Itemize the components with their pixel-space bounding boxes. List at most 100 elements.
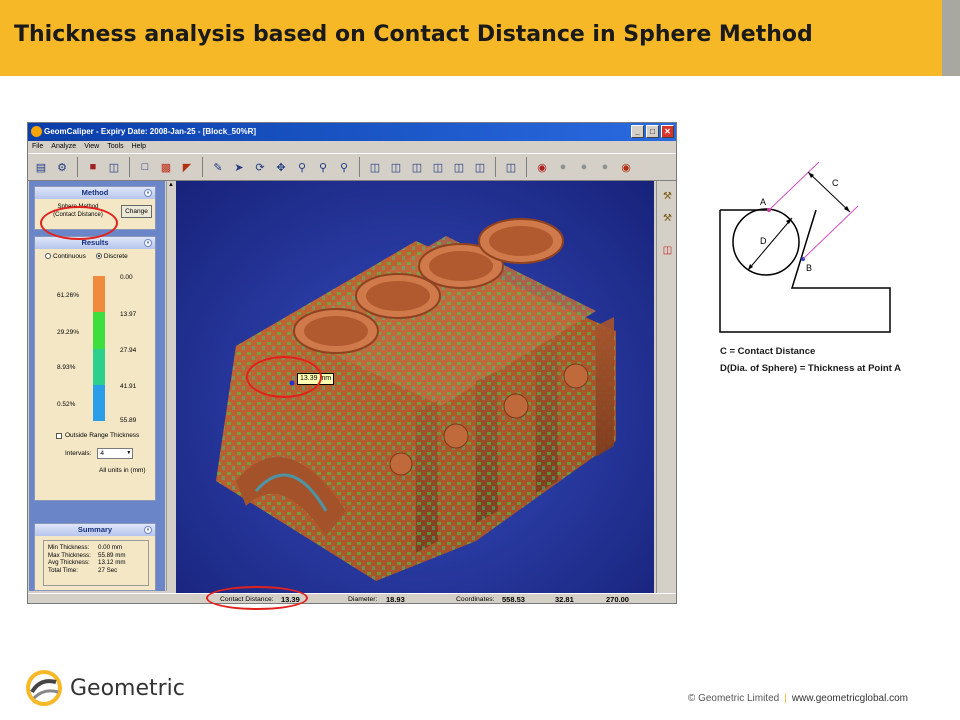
summary-row: Max Thickness: 55.89 mm	[48, 552, 144, 560]
label-d: D	[760, 236, 767, 246]
part-profile	[719, 209, 891, 333]
select-icon[interactable]: ✎	[209, 158, 227, 176]
legend-sphere-diameter: D(Dia. of Sphere) = Thickness at Point A	[720, 363, 901, 374]
section-view-icon[interactable]: ◫	[660, 243, 675, 258]
label-c: C	[832, 178, 839, 188]
change-method-button[interactable]: Change	[121, 205, 152, 218]
analysis-icon[interactable]: ▩	[157, 158, 175, 176]
radio-discrete-circle[interactable]	[95, 253, 102, 260]
geometric-logo-icon	[26, 670, 62, 706]
hidden-line-icon[interactable]: ●	[575, 158, 593, 176]
close-button[interactable]: ✕	[661, 125, 674, 138]
save-icon[interactable]: ■	[84, 158, 102, 176]
radio-continuous[interactable]: Continuous	[45, 253, 86, 260]
outside-range-checkbox[interactable]	[56, 432, 62, 439]
diameter-value: 18.93	[386, 595, 405, 604]
transparency-icon[interactable]: ●	[596, 158, 614, 176]
zoom-window-icon[interactable]: ⚲	[293, 158, 311, 176]
radio-discrete-label: Discrete	[103, 253, 128, 260]
toolbar-separator	[129, 157, 130, 177]
title-band-edge	[942, 0, 960, 76]
menu-tools[interactable]: Tools	[107, 141, 123, 153]
caliper-icon[interactable]: ⚒	[660, 189, 675, 204]
print-icon[interactable]: ◫	[105, 158, 123, 176]
contact-line-b	[802, 205, 859, 260]
results-header[interactable]: Results «	[35, 237, 155, 249]
intervals-row: Intervals: 4	[65, 448, 134, 459]
open-icon[interactable]: ⚙	[53, 158, 71, 176]
outside-range-label: Outside Range Thickness	[65, 432, 140, 439]
collapse-icon[interactable]: «	[144, 526, 152, 534]
legend-band-4	[93, 384, 105, 421]
back-view-icon[interactable]: ◫	[450, 158, 468, 176]
coordinate-z: 270.00	[606, 595, 629, 604]
footer-credit: © Geometric Limited | www.geometricglobal.…	[688, 693, 908, 704]
side-view-icon[interactable]: ◫	[429, 158, 447, 176]
3d-viewport[interactable]: 13.39 mm	[176, 181, 654, 593]
website-link[interactable]: www.geometricglobal.com	[792, 693, 908, 704]
outside-range-toggle[interactable]: Outside Range Thickness	[56, 432, 139, 439]
toolbar-separator	[526, 157, 527, 177]
report-icon[interactable]: ◤	[178, 158, 196, 176]
summary-key: Avg Thickness:	[48, 559, 90, 567]
menu-analyze[interactable]: Analyze	[51, 141, 76, 153]
render-icon[interactable]: ◉	[533, 158, 551, 176]
pointer-icon[interactable]: ➤	[230, 158, 248, 176]
summary-value: 13.12 mm	[98, 559, 126, 567]
legend-tick: 41.91	[120, 383, 137, 390]
summary-key: Max Thickness:	[48, 551, 91, 559]
zoom-icon[interactable]: ⚲	[314, 158, 332, 176]
rotate-icon[interactable]: ⟳	[251, 158, 269, 176]
menu-view[interactable]: View	[84, 141, 99, 153]
thickness-icon[interactable]: □	[136, 158, 154, 176]
toolbar: ▤ ⚙ ■ ◫ □ ▩ ◤ ✎ ➤ ⟳ ✥ ⚲ ⚲ ⚲ ◫ ◫ ◫ ◫ ◫ ◫ …	[28, 153, 676, 181]
pan-icon[interactable]: ✥	[272, 158, 290, 176]
band-percent: 61.26%	[57, 292, 80, 299]
radio-discrete[interactable]: Discrete	[95, 253, 128, 260]
intervals-select[interactable]: 4	[97, 448, 134, 459]
iso-view-icon[interactable]: ◫	[366, 158, 384, 176]
collapse-icon[interactable]: «	[144, 189, 152, 197]
radio-continuous-label: Continuous	[53, 253, 86, 260]
summary-row: Total Time: 27 Sec	[48, 567, 144, 575]
slide: Thickness analysis based on Contact Dist…	[0, 0, 960, 720]
intervals-label: Intervals:	[65, 450, 92, 457]
menu-help[interactable]: Help	[132, 141, 146, 153]
coordinate-x: 558.53	[502, 595, 525, 604]
diameter-label: Diameter:	[348, 596, 378, 603]
bottom-view-icon[interactable]: ◫	[471, 158, 489, 176]
maximize-button[interactable]: □	[646, 125, 659, 138]
new-file-icon[interactable]: ▤	[32, 158, 50, 176]
shaded-icon[interactable]: ◫	[502, 158, 520, 176]
diameter-line	[747, 217, 793, 271]
summary-value: 0.00 mm	[98, 544, 123, 551]
toolbar-separator	[359, 157, 360, 177]
footer-separator: |	[784, 693, 787, 704]
legend-tick: 13.97	[120, 311, 137, 318]
window-controls: _ □ ✕	[631, 125, 674, 138]
zoom-fit-icon[interactable]: ⚲	[335, 158, 353, 176]
summary-header[interactable]: Summary «	[35, 524, 155, 536]
wireframe-icon[interactable]: ●	[554, 158, 572, 176]
settings-icon[interactable]: ◉	[617, 158, 635, 176]
legend-tick: 27.94	[120, 347, 137, 354]
measure-highlight-ellipse	[246, 356, 322, 398]
method-header-label: Method	[81, 188, 109, 197]
legend-band-3	[93, 348, 105, 385]
toolbar-separator	[202, 157, 203, 177]
radio-continuous-circle[interactable]	[45, 253, 51, 260]
right-toolbar: ⚒ ⚒ ◫	[656, 181, 676, 593]
minimize-button[interactable]: _	[631, 125, 644, 138]
front-view-icon[interactable]: ◫	[387, 158, 405, 176]
scroll-up-icon[interactable]: ▲	[167, 181, 175, 189]
method-header[interactable]: Method «	[35, 187, 155, 199]
slide-title: Thickness analysis based on Contact Dist…	[14, 22, 813, 47]
app-window-title: GeomCaliper - Expiry Date: 2008-Jan-25 -…	[44, 127, 257, 136]
legend-band-1	[93, 276, 105, 313]
collapse-icon[interactable]: «	[144, 239, 152, 247]
left-panel-scrollbar[interactable]: ▲	[166, 181, 175, 591]
top-view-icon[interactable]: ◫	[408, 158, 426, 176]
summary-key: Min Thickness:	[48, 544, 90, 551]
menu-file[interactable]: File	[32, 141, 43, 153]
caliper-icon[interactable]: ⚒	[660, 211, 675, 226]
